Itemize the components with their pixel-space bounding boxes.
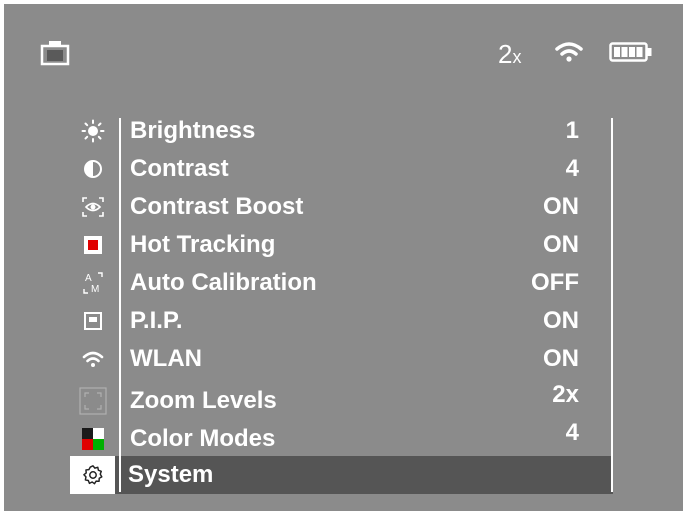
menu-item-hot-tracking[interactable]: Hot Tracking ON xyxy=(70,226,613,264)
menu-item-label: Contrast xyxy=(130,155,229,182)
auto-calibration-icon: A M xyxy=(70,264,115,302)
contrast-icon xyxy=(70,150,115,188)
menu-item-label: Zoom Levels xyxy=(130,387,277,414)
brightness-icon xyxy=(70,112,115,150)
menu-item-label: Brightness xyxy=(130,117,256,144)
menu-item-label: Color Modes xyxy=(130,425,276,452)
menu-item-brightness[interactable]: Brightness 1 xyxy=(70,112,613,150)
menu-item-auto-calibration[interactable]: A M Auto Calibration OFF xyxy=(70,264,613,302)
pip-icon xyxy=(70,302,115,340)
wlan-icon xyxy=(70,340,115,378)
menu-item-value: 4 xyxy=(565,155,579,182)
menu-item-color-modes[interactable]: Color Modes 4 xyxy=(70,419,613,458)
menu-item-label: Auto Calibration xyxy=(130,269,317,296)
gear-icon xyxy=(70,456,115,494)
device-screen: 2x Brightness 1 Contrast 4 Contrast Boos… xyxy=(4,4,683,511)
auto-calibration-icon-m: M xyxy=(91,284,99,295)
hot-tracking-icon xyxy=(70,226,115,264)
menu-item-wlan[interactable]: WLAN ON xyxy=(70,340,613,378)
zoom-levels-icon xyxy=(70,382,115,420)
menu-item-zoom-levels[interactable]: Zoom Levels 2x xyxy=(70,381,613,420)
menu-item-value: ON xyxy=(543,307,579,334)
menu-item-pip[interactable]: P.I.P. ON xyxy=(70,302,613,340)
menu-item-label: System xyxy=(128,461,214,488)
menu-item-value: ON xyxy=(543,231,579,258)
settings-menu: Brightness 1 Contrast 4 Contrast Boost O… xyxy=(4,4,683,511)
menu-item-contrast-boost[interactable]: Contrast Boost ON xyxy=(70,188,613,226)
auto-calibration-icon-a: A xyxy=(85,273,92,284)
menu-item-contrast[interactable]: Contrast 4 xyxy=(70,150,613,188)
menu-item-system[interactable]: System xyxy=(70,456,613,494)
menu-item-label: P.I.P. xyxy=(130,307,183,334)
menu-item-value: ON xyxy=(543,193,579,220)
menu-item-value: ON xyxy=(543,345,579,372)
menu-item-value: OFF xyxy=(531,269,579,296)
menu-item-value: 2x xyxy=(552,381,579,408)
contrast-boost-icon xyxy=(70,188,115,226)
menu-item-value: 4 xyxy=(565,419,579,446)
color-modes-icon xyxy=(70,420,115,458)
menu-item-label: Contrast Boost xyxy=(130,193,304,220)
menu-item-value: 1 xyxy=(565,117,579,144)
menu-item-label: WLAN xyxy=(130,345,202,372)
menu-item-label: Hot Tracking xyxy=(130,231,276,258)
